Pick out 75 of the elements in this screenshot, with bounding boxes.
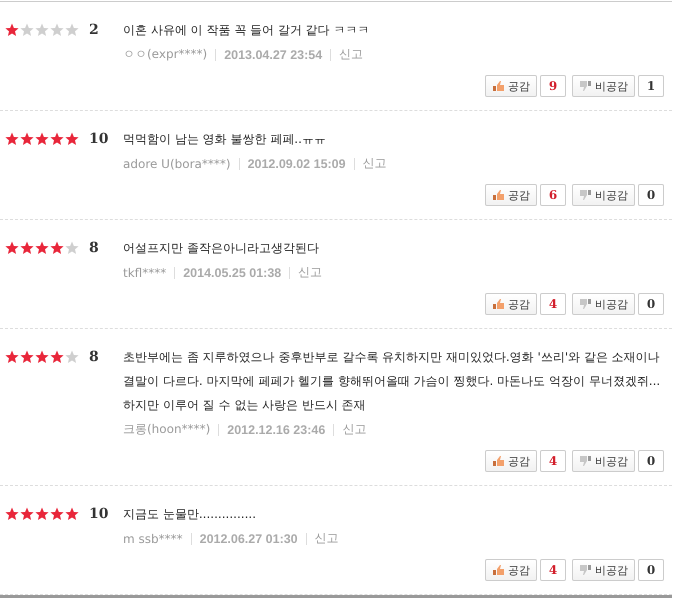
star-icon [50,132,64,146]
star-icon [5,241,19,255]
dislike-button[interactable]: 비공감 [572,293,635,315]
star-icon [20,23,34,37]
star-icon [20,241,34,255]
author-name: ㅇㅇ(expr****) [123,46,208,63]
review-text: 이혼 사유에 이 작품 꼭 들어 갈거 같다 ㅋㅋㅋ [123,22,371,39]
dislike-count: 1 [638,75,664,97]
review-text: 어설프지만 졸작은아니라고생각된다 [123,240,320,257]
like-button[interactable]: 공감 [485,559,537,581]
star-icon [5,132,19,146]
thumbs-down-icon [579,455,592,467]
review-date: 2012.06.27 01:30 [200,532,298,546]
star-icon [65,23,79,37]
dislike-count: 0 [638,184,664,206]
thumbs-down-icon [579,189,592,201]
review-text: 초반부에는 좀 지루하였으나 중후반부로 갈수록 유치하지만 재미있었다.영화 '쓰리'와 같은 소재이나 결말이 다르다. 마지막에 페페가 헬기를 향해뛰어올때 가슴이 찡했다. 마돈나도 억장이 무너졌겠쥐...하지만 이루어 질 수 없는 사랑은 반드시 존재 [123,349,662,414]
thumbs-down-icon [579,298,592,310]
thumbs-down-icon [579,80,592,92]
star-icon [20,350,34,364]
author-name: 크롱(hoon****) [123,421,210,438]
like-count: 6 [540,184,566,206]
thumbs-up-icon [492,564,505,576]
like-button[interactable]: 공감 [485,293,537,315]
star-icon [65,350,79,364]
star-icon [50,23,64,37]
star-icon [5,23,19,37]
star-icon [35,241,49,255]
rating-score: 8 [88,349,100,367]
star-icon [5,507,19,521]
like-button[interactable]: 공감 [485,75,537,97]
rating-score: 8 [88,240,100,258]
review-date: 2013.04.27 23:54 [224,48,322,62]
review-text: 먹먹함이 남는 영화 불쌍한 페페..ㅠㅠ [123,131,327,148]
dislike-button[interactable]: 비공감 [572,559,635,581]
star-icon [20,507,34,521]
rating-score: 10 [88,131,110,149]
thumbs-up-icon [492,189,505,201]
star-icon [65,507,79,521]
rating-score: 2 [88,22,100,40]
author-name: m ssb**** [123,532,183,546]
like-button[interactable]: 공감 [485,184,537,206]
thumbs-up-icon [492,455,505,467]
star-icon [50,350,64,364]
star-icon [35,23,49,37]
star-icon [20,132,34,146]
review-date: 2014.05.25 01:38 [183,266,282,280]
star-icon [65,132,79,146]
dislike-count: 0 [638,293,664,315]
dislike-count: 0 [638,559,664,581]
star-icon [50,241,64,255]
dislike-count: 0 [638,450,664,472]
star-icon [35,132,49,146]
review-text: 지금도 눈물만............... [123,506,258,523]
star-icon [50,507,64,521]
author-name: adore U(bora****) [123,156,231,170]
like-count: 9 [540,75,566,97]
star-icon [35,350,49,364]
like-count: 4 [540,293,566,315]
thumbs-up-icon [492,80,505,92]
star-icon [5,350,19,364]
like-button[interactable]: 공감 [485,450,537,472]
review-date: 2012.09.02 15:09 [248,156,346,170]
author-name: tkfl**** [123,266,166,280]
dislike-button[interactable]: 비공감 [572,184,635,206]
dislike-button[interactable]: 비공감 [572,450,635,472]
thumbs-down-icon [579,564,592,576]
dislike-button[interactable]: 비공감 [572,75,635,97]
thumbs-up-icon [492,298,505,310]
like-count: 4 [540,559,566,581]
like-count: 4 [540,450,566,472]
rating-score: 10 [88,506,110,524]
star-icon [65,241,79,255]
review-date: 2012.12.16 23:46 [227,422,326,436]
star-icon [35,507,49,521]
